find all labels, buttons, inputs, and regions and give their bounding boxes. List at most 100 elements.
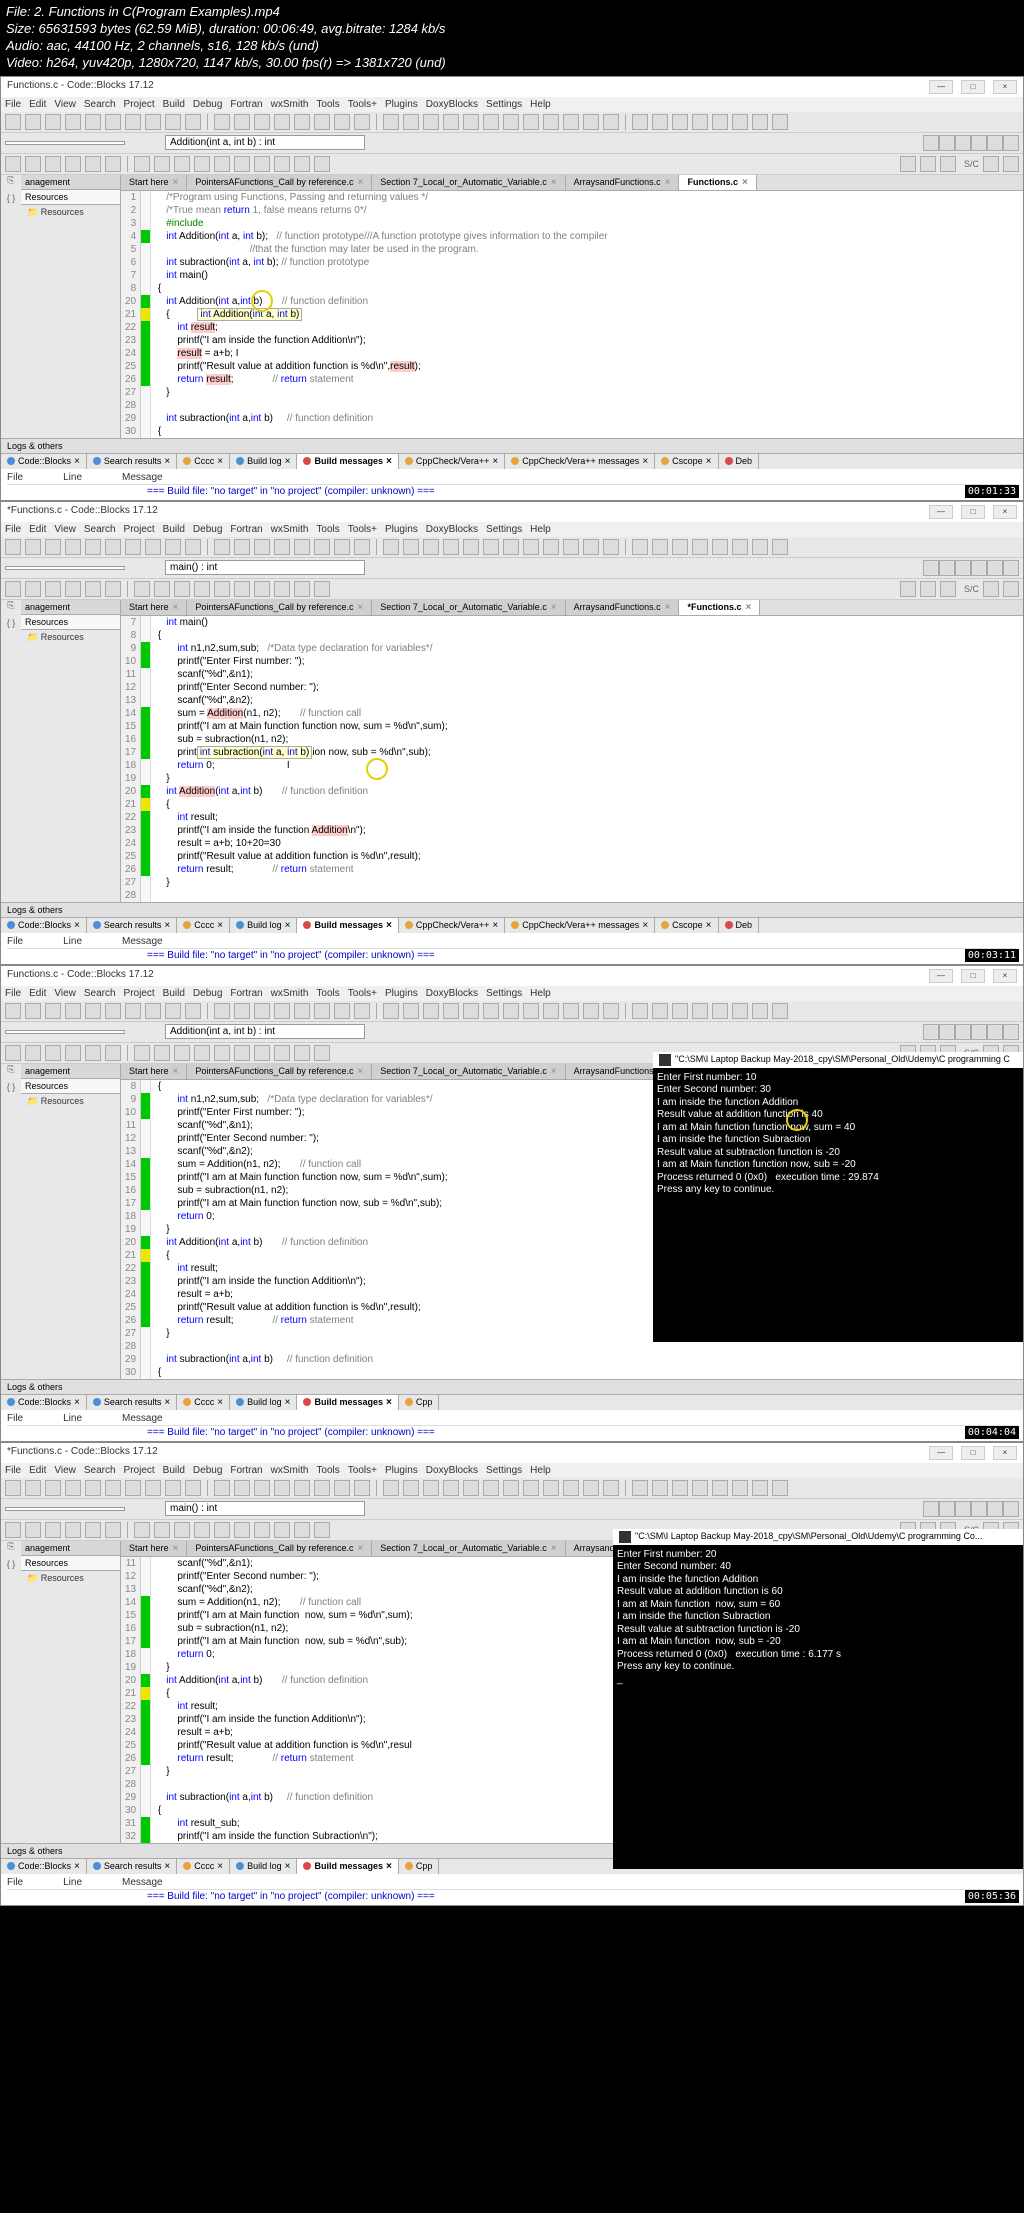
toolbar-icon[interactable] xyxy=(563,1003,579,1019)
close-icon[interactable]: × xyxy=(665,177,671,188)
toolbar-icon[interactable] xyxy=(25,539,41,555)
logtab-buildlog[interactable]: Build log× xyxy=(230,1395,297,1410)
toolbar-icon[interactable] xyxy=(105,581,121,597)
logtab-cppcheckmsg[interactable]: CppCheck/Vera++ messages× xyxy=(505,918,655,933)
toolbar-icon[interactable] xyxy=(543,539,559,555)
menu-project[interactable]: Project xyxy=(124,988,155,999)
toolbar-icon[interactable] xyxy=(463,1480,479,1496)
toolbar-icon[interactable] xyxy=(85,539,101,555)
menu-plugins[interactable]: Plugins xyxy=(385,988,418,999)
toolbar-icon[interactable] xyxy=(65,156,81,172)
toolbar-icon[interactable] xyxy=(1003,156,1019,172)
minimize-button[interactable]: — xyxy=(929,1446,953,1460)
menu-wxsmith[interactable]: wxSmith xyxy=(271,99,309,110)
code-editor[interactable]: 7891011121314151617181920212223242526272… xyxy=(121,616,1023,902)
sidebar-tab-resources[interactable]: Resources xyxy=(21,615,120,630)
toolbar-icon[interactable] xyxy=(772,1480,788,1496)
toolbar-icon[interactable] xyxy=(5,581,21,597)
menu-project[interactable]: Project xyxy=(124,1465,155,1476)
menu-view[interactable]: View xyxy=(54,988,76,999)
toolbar-icon[interactable] xyxy=(105,1003,121,1019)
logtab-cpp[interactable]: Cpp xyxy=(399,1395,440,1410)
toolbar-icon[interactable] xyxy=(294,1045,310,1061)
tab-section7[interactable]: Section 7_Local_or_Automatic_Variable.c× xyxy=(372,600,565,615)
toolbar-icon[interactable] xyxy=(194,156,210,172)
menu-plugins[interactable]: Plugins xyxy=(385,99,418,110)
logtab-cscope[interactable]: Cscope× xyxy=(655,454,718,469)
close-icon[interactable]: × xyxy=(173,602,179,613)
toolbar-icon[interactable] xyxy=(174,581,190,597)
toolbar-icon[interactable] xyxy=(105,156,121,172)
toolbar-icon[interactable] xyxy=(65,539,81,555)
menu-settings[interactable]: Settings xyxy=(486,99,522,110)
menu-doxyblocks[interactable]: DoxyBlocks xyxy=(426,988,478,999)
logtab-search[interactable]: Search results× xyxy=(87,918,177,933)
menu-search[interactable]: Search xyxy=(84,1465,116,1476)
toolbar-icon[interactable] xyxy=(45,1522,61,1538)
tab-pointers[interactable]: PointersAFunctions_Call by reference.c× xyxy=(187,600,372,615)
tab-start[interactable]: Start here× xyxy=(121,1541,187,1556)
menu-doxyblocks[interactable]: DoxyBlocks xyxy=(426,99,478,110)
sidebar-tab-resources[interactable]: Resources xyxy=(21,1556,120,1571)
logtab-buildlog[interactable]: Build log× xyxy=(230,918,297,933)
menu-view[interactable]: View xyxy=(54,99,76,110)
toolbar-icon[interactable] xyxy=(987,560,1003,576)
menu-debug[interactable]: Debug xyxy=(193,988,222,999)
toolbar-icon[interactable] xyxy=(752,1003,768,1019)
toolbar-icon[interactable] xyxy=(25,156,41,172)
menu-project[interactable]: Project xyxy=(124,99,155,110)
logtab-search[interactable]: Search results× xyxy=(87,454,177,469)
toolbar-icon[interactable] xyxy=(294,1003,310,1019)
toolbar-icon[interactable] xyxy=(45,1045,61,1061)
toolbar-icon[interactable] xyxy=(145,114,161,130)
toolbar-icon[interactable] xyxy=(134,156,150,172)
close-icon[interactable]: × xyxy=(386,1861,392,1872)
toolbar-icon[interactable] xyxy=(939,560,955,576)
menu-fortran[interactable]: Fortran xyxy=(230,988,262,999)
menu-edit[interactable]: Edit xyxy=(29,1465,46,1476)
close-icon[interactable]: × xyxy=(742,177,748,188)
toolbar-icon[interactable] xyxy=(254,1003,270,1019)
logtab-codeblocks[interactable]: Code::Blocks× xyxy=(1,1395,87,1410)
toolbar-icon[interactable] xyxy=(45,539,61,555)
toolbar-icon[interactable] xyxy=(25,581,41,597)
toolbar-icon[interactable] xyxy=(955,135,971,151)
toolbar-icon[interactable] xyxy=(955,1024,971,1040)
logtab-cccc[interactable]: Cccc× xyxy=(177,918,230,933)
logtab-codeblocks[interactable]: Code::Blocks× xyxy=(1,918,87,933)
logs-header[interactable]: Logs & others xyxy=(1,902,1023,917)
menu-file[interactable]: File xyxy=(5,988,21,999)
toolbar-icon[interactable] xyxy=(65,581,81,597)
toolbar-icon[interactable] xyxy=(85,156,101,172)
toolbar-icon[interactable] xyxy=(65,1522,81,1538)
toolbar-icon[interactable] xyxy=(1003,560,1019,576)
toolbar-icon[interactable] xyxy=(543,1003,559,1019)
toolbar-icon[interactable] xyxy=(712,114,728,130)
menu-file[interactable]: File xyxy=(5,1465,21,1476)
toolbar-icon[interactable] xyxy=(1003,1024,1019,1040)
toolbar-icon[interactable] xyxy=(185,114,201,130)
close-icon[interactable]: × xyxy=(173,1066,179,1077)
toolbar-icon[interactable] xyxy=(214,114,230,130)
toolbar-icon[interactable] xyxy=(503,114,519,130)
toolbar-icon[interactable] xyxy=(563,539,579,555)
menu-edit[interactable]: Edit xyxy=(29,99,46,110)
toolbar-icon[interactable] xyxy=(274,581,290,597)
toolbar-icon[interactable] xyxy=(523,1003,539,1019)
toolbar-icon[interactable] xyxy=(174,156,190,172)
toolbar-icon[interactable] xyxy=(5,114,21,130)
toolbar-icon[interactable] xyxy=(105,539,121,555)
tab-functions[interactable]: *Functions.c× xyxy=(679,600,760,615)
toolbar-icon[interactable] xyxy=(274,1045,290,1061)
toolbar-icon[interactable] xyxy=(900,581,916,597)
toolbar-icon[interactable] xyxy=(423,1480,439,1496)
menu-wxsmith[interactable]: wxSmith xyxy=(271,524,309,535)
toolbar-icon[interactable] xyxy=(194,581,210,597)
toolbar-icon[interactable] xyxy=(334,1003,350,1019)
toolbar-icon[interactable] xyxy=(314,156,330,172)
close-icon[interactable]: × xyxy=(642,920,648,931)
toolbar-icon[interactable] xyxy=(185,1003,201,1019)
toolbar-icon[interactable] xyxy=(294,156,310,172)
menu-doxyblocks[interactable]: DoxyBlocks xyxy=(426,1465,478,1476)
toolbar-icon[interactable] xyxy=(503,1480,519,1496)
